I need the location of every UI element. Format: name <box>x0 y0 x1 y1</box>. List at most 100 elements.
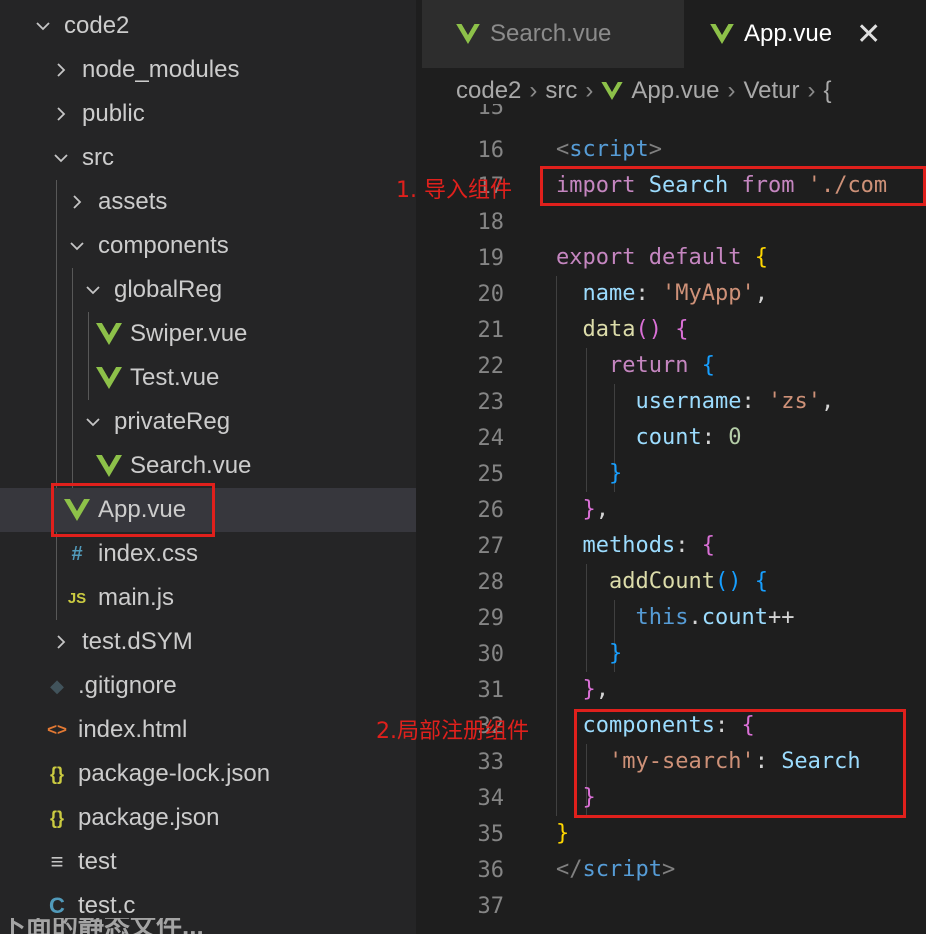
tree-folder-assets[interactable]: assets <box>0 180 416 224</box>
line-number: 37 <box>477 894 505 919</box>
chevron-right-icon <box>52 92 70 136</box>
line-number: 35 <box>477 822 505 847</box>
tree-folder-src[interactable]: src <box>0 136 416 180</box>
code-line-36[interactable]: </script> <box>556 852 675 888</box>
line-number: 15 <box>477 104 505 118</box>
line-number: 36 <box>477 858 505 883</box>
tree-file-main-js[interactable]: JS main.js <box>0 576 416 620</box>
tree-item-label: src <box>82 144 114 171</box>
register-annotation: 2.局部注册组件 <box>376 719 529 744</box>
tree-item-label: Search.vue <box>130 452 252 479</box>
tree-item-label: test.c <box>78 892 136 919</box>
import-annotation: 1. 导入组件 <box>396 178 512 203</box>
tree-file-test-vue[interactable]: Test.vue <box>0 356 416 400</box>
tree-item-label: .gitignore <box>78 672 177 699</box>
breadcrumb-separator: › <box>529 77 538 104</box>
tree-file-index-css[interactable]: # index.css <box>0 532 416 576</box>
code-line-22[interactable]: return { <box>556 348 715 384</box>
tree-folder-code2[interactable]: code2 <box>0 4 416 48</box>
tree-item-label: code2 <box>64 12 130 39</box>
code-line-20[interactable]: name: 'MyApp', <box>556 276 768 312</box>
tree-item-label: public <box>82 100 145 127</box>
chevron-down-icon <box>52 136 70 180</box>
tree-file-package-json[interactable]: {} package.json <box>0 796 416 840</box>
code-line-16[interactable]: <script> <box>556 132 662 168</box>
tree-folder-node-modules[interactable]: node_modules <box>0 48 416 92</box>
line-number: 24 <box>477 426 505 451</box>
breadcrumb-item[interactable]: code2 <box>456 77 521 105</box>
tree-file-package-lock-json[interactable]: {} package-lock.json <box>0 752 416 796</box>
code-line-35[interactable]: } <box>556 816 569 852</box>
tree-item-label: Swiper.vue <box>130 320 248 347</box>
tree-file-search-vue[interactable]: Search.vue <box>0 444 416 488</box>
code-line-19[interactable]: export default { <box>556 240 768 276</box>
css-hash-icon: # <box>71 542 83 565</box>
vue-icon <box>710 24 734 44</box>
tree-item-label: test <box>78 848 117 875</box>
tree-folder-test-dsym[interactable]: test.dSYM <box>0 620 416 664</box>
close-icon[interactable]: ✕ <box>856 17 881 52</box>
html-icon: <> <box>47 720 67 739</box>
tree-item-label: package-lock.json <box>78 760 271 787</box>
line-number: 26 <box>477 498 505 523</box>
bottom-cut-text: 下面的静态文件... <box>0 918 204 934</box>
chevron-down-icon <box>68 224 86 268</box>
tree-file-swiper-vue[interactable]: Swiper.vue <box>0 312 416 356</box>
tree-item-label: index.html <box>78 716 188 743</box>
json-icon: {} <box>49 763 64 784</box>
breadcrumb-item[interactable]: Vetur <box>743 77 799 105</box>
breadcrumb-separator: › <box>585 77 594 104</box>
tree-item-label: components <box>98 232 229 259</box>
code-line-27[interactable]: methods: { <box>556 528 715 564</box>
code-line-24[interactable]: count: 0 <box>556 420 741 456</box>
tab-bar: Search.vue App.vue ✕ <box>422 0 926 68</box>
chevron-down-icon <box>34 4 52 48</box>
js-icon: JS <box>67 589 87 607</box>
code-line-23[interactable]: username: 'zs', <box>556 384 834 420</box>
tree-folder-components[interactable]: components <box>0 224 416 268</box>
line-number: 21 <box>477 318 505 343</box>
chevron-right-icon <box>52 48 70 92</box>
tree-item-label: main.js <box>98 584 175 611</box>
components-highlight-box <box>574 709 906 818</box>
tab-label: Search.vue <box>490 20 612 47</box>
code-line-28[interactable]: addCount() { <box>556 564 768 600</box>
tree-file-index-html[interactable]: <> index.html <box>0 708 416 752</box>
code-line-25[interactable]: } <box>556 456 622 492</box>
tree-file-test[interactable]: ≡ test <box>0 840 416 884</box>
vue-icon <box>96 444 122 488</box>
tree-folder-privatereg[interactable]: privateReg <box>0 400 416 444</box>
breadcrumb-separator: › <box>807 77 816 104</box>
text-file-icon: ≡ <box>50 849 64 874</box>
chevron-right-icon <box>52 620 70 664</box>
tree-item-label: node_modules <box>82 56 240 83</box>
breadcrumb-item[interactable]: src <box>545 77 577 105</box>
vue-icon <box>96 312 122 356</box>
code-editor: Search.vue App.vue ✕ code2 › src › App.v… <box>422 0 926 934</box>
tree-item-label: privateReg <box>114 408 231 435</box>
tree-item-label: assets <box>98 188 168 215</box>
line-number: 28 <box>477 570 505 595</box>
git-icon: ◆ <box>50 675 64 696</box>
code-line-29[interactable]: this.count++ <box>556 600 794 636</box>
code-line-21[interactable]: data() { <box>556 312 689 348</box>
code-line-30[interactable]: } <box>556 636 622 672</box>
breadcrumb-item[interactable]: App.vue <box>631 77 719 105</box>
import-highlight-box <box>540 166 926 206</box>
tree-file-gitignore[interactable]: ◆ .gitignore <box>0 664 416 708</box>
line-number: 33 <box>477 750 505 775</box>
line-number: 16 <box>477 138 505 163</box>
tab-search-vue[interactable]: Search.vue <box>422 0 684 68</box>
tree-folder-globalreg[interactable]: globalReg <box>0 268 416 312</box>
line-number: 34 <box>477 786 505 811</box>
code-line-26[interactable]: }, <box>556 492 610 528</box>
line-number: 18 <box>477 210 505 235</box>
breadcrumb-item[interactable]: { <box>824 77 832 105</box>
chevron-down-icon <box>84 400 102 444</box>
tab-label: App.vue <box>744 20 833 47</box>
line-number: 23 <box>477 390 505 415</box>
tab-app-vue[interactable]: App.vue ✕ <box>684 0 926 68</box>
code-line-31[interactable]: }, <box>556 672 610 708</box>
explorer-sidebar: code2 node_modules public src assets com… <box>0 0 416 934</box>
tree-folder-public[interactable]: public <box>0 92 416 136</box>
